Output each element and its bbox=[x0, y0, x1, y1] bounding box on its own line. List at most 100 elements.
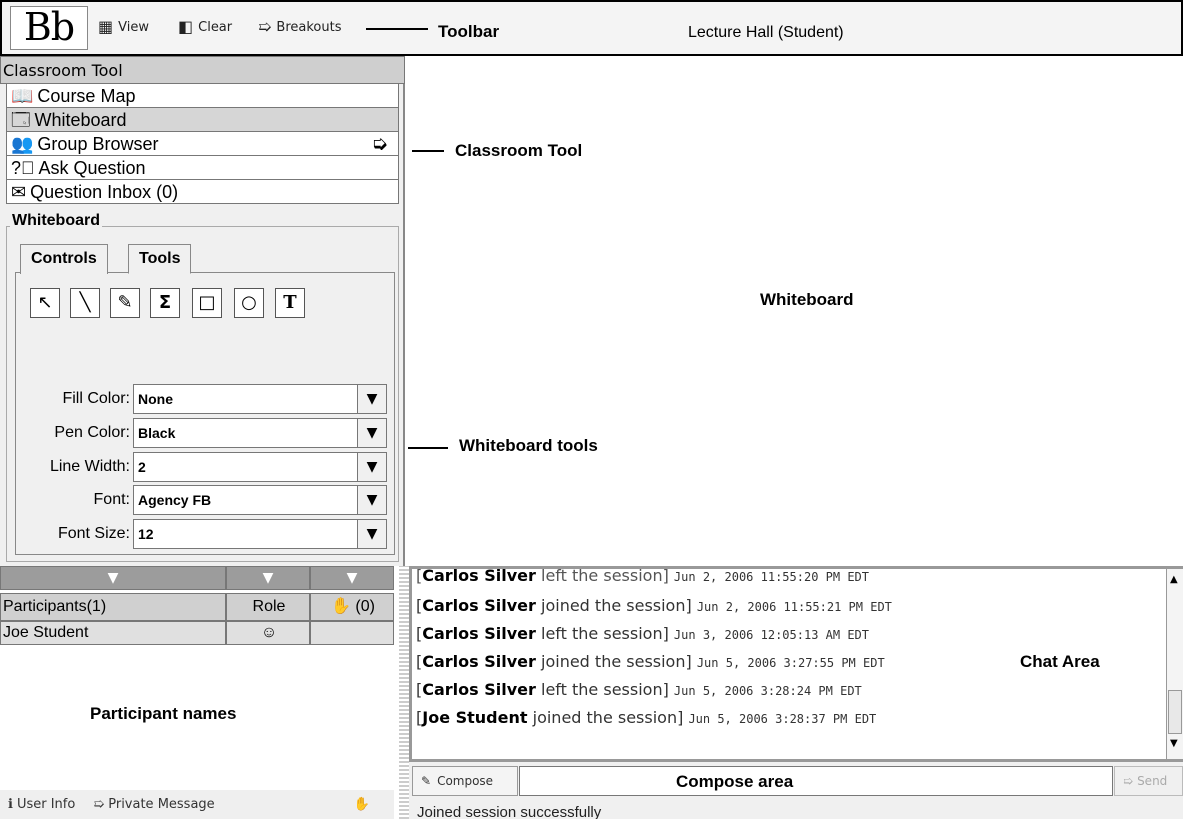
hand-column-header[interactable]: ✋ (0) bbox=[310, 593, 394, 621]
chat-sender: Carlos Silver bbox=[422, 624, 536, 643]
role-column-header[interactable]: Role bbox=[226, 593, 310, 621]
chat-action: left the session] bbox=[535, 624, 669, 643]
user-info-button[interactable]: User Info bbox=[17, 797, 75, 812]
book-icon: 📖 bbox=[11, 85, 34, 106]
chat-message: [Carlos Silver left the session] Jun 3, … bbox=[416, 624, 869, 643]
pen-color-select[interactable]: Black bbox=[133, 418, 387, 448]
raise-hand-icon[interactable]: ✋ bbox=[354, 797, 370, 812]
scroll-up-icon[interactable]: ▲ bbox=[1170, 574, 1178, 585]
chat-sender: Carlos Silver bbox=[422, 596, 536, 615]
clear-icon: ◧ bbox=[178, 17, 194, 36]
scroll-thumb[interactable] bbox=[1168, 690, 1182, 734]
ellipse-tool-icon[interactable]: ○ bbox=[234, 288, 264, 318]
chat-sender: Carlos Silver bbox=[422, 566, 536, 585]
tab-controls[interactable]: Controls bbox=[20, 244, 108, 274]
chevron-down-icon[interactable]: ▼ bbox=[310, 566, 394, 590]
font-select[interactable]: Agency FB bbox=[133, 485, 387, 515]
pen-color-label: Pen Color: bbox=[54, 424, 130, 441]
classroom-tool-header: Classroom Tool bbox=[0, 56, 405, 84]
scroll-down-icon[interactable]: ▼ bbox=[1170, 738, 1178, 749]
participant-names-annotation: Participant names bbox=[90, 704, 237, 723]
chat-action: joined the session] bbox=[535, 596, 692, 615]
chat-action: joined the session] bbox=[535, 652, 692, 671]
view-button[interactable]: ▦ View bbox=[98, 16, 149, 38]
whiteboard-group-title: Whiteboard bbox=[10, 212, 102, 230]
tab-tools[interactable]: Tools bbox=[128, 244, 192, 274]
chat-action: left the session] bbox=[535, 566, 669, 585]
classroom-item-label: Whiteboard bbox=[34, 109, 127, 130]
chevron-down-icon[interactable]: ▼ bbox=[357, 519, 387, 549]
clear-button[interactable]: ◧ Clear bbox=[178, 16, 232, 38]
chat-message: [Carlos Silver joined the session] Jun 2… bbox=[416, 596, 892, 615]
chat-sender: Carlos Silver bbox=[422, 652, 536, 671]
breakouts-button[interactable]: ➯ Breakouts bbox=[258, 16, 341, 38]
toolbar-leader-line bbox=[366, 28, 428, 30]
private-message-button[interactable]: Private Message bbox=[108, 797, 214, 812]
view-icon: ▦ bbox=[98, 17, 114, 36]
classroom-item-label: Course Map bbox=[37, 85, 136, 106]
virtual-classroom-window: Bb ▦ View ◧ Clear ➯ Breakouts Toolbar Le… bbox=[0, 0, 1183, 819]
pencil-icon: ✎ bbox=[421, 774, 432, 788]
classroom-item-ask-question[interactable]: ?⃝ Ask Question bbox=[6, 156, 399, 180]
clear-label: Clear bbox=[198, 19, 233, 35]
chat-message: [Carlos Silver joined the session] Jun 5… bbox=[416, 652, 885, 671]
chat-area-annotation: Chat Area bbox=[1020, 652, 1100, 671]
font-size-label: Font Size: bbox=[57, 525, 130, 542]
classroom-item-course-map[interactable]: 📖 Course Map bbox=[6, 84, 399, 108]
chat-timestamp: Jun 5, 2006 3:27:55 PM EDT bbox=[696, 656, 885, 670]
info-icon: ℹ bbox=[8, 797, 13, 812]
blackboard-logo: Bb bbox=[10, 6, 88, 50]
splitter-handle[interactable] bbox=[399, 566, 409, 819]
classroom-item-label: Question Inbox (0) bbox=[30, 181, 179, 202]
fill-color-select[interactable]: None bbox=[133, 384, 387, 414]
send-button[interactable]: ➯ Send bbox=[1114, 766, 1183, 796]
question-icon: ?⃝ bbox=[11, 157, 35, 178]
compose-label: Compose bbox=[437, 774, 494, 788]
classroom-item-group-browser[interactable]: 👥 Group Browser ➭ bbox=[6, 132, 399, 156]
participant-role-icon: ☺ bbox=[226, 621, 310, 645]
select-tool-icon[interactable]: ↖ bbox=[30, 288, 60, 318]
text-tool-icon[interactable]: T bbox=[275, 288, 305, 318]
view-label: View bbox=[118, 19, 149, 35]
classroom-item-question-inbox[interactable]: ✉ Question Inbox (0) bbox=[6, 180, 399, 204]
chat-message: [Carlos Silver left the session] Jun 5, … bbox=[416, 680, 862, 699]
line-width-select[interactable]: 2 bbox=[133, 452, 387, 482]
status-bar: Joined session successfully bbox=[409, 798, 1183, 819]
chevron-down-icon[interactable]: ▼ bbox=[357, 485, 387, 515]
chat-sender: Carlos Silver bbox=[422, 680, 536, 699]
classroom-tool-leader-line bbox=[412, 150, 444, 152]
chat-timestamp: Jun 5, 2006 3:28:37 PM EDT bbox=[688, 712, 877, 726]
toolbar-annotation: Toolbar bbox=[438, 22, 500, 41]
hand-icon: ✋ bbox=[331, 598, 351, 615]
send-label: Send bbox=[1137, 774, 1168, 788]
pen-tool-icon[interactable]: ✎ bbox=[110, 288, 140, 318]
participant-hand-cell bbox=[310, 621, 394, 645]
equation-tool-icon[interactable]: Σ bbox=[150, 288, 180, 318]
compose-input[interactable] bbox=[519, 766, 1113, 796]
chevron-down-icon[interactable]: ▼ bbox=[226, 566, 310, 590]
compose-button[interactable]: ✎ Compose bbox=[412, 766, 518, 796]
chevron-down-icon[interactable]: ▼ bbox=[357, 452, 387, 482]
chevron-down-icon[interactable]: ▼ bbox=[357, 418, 387, 448]
rectangle-tool-icon[interactable]: □ bbox=[192, 288, 222, 318]
classroom-item-label: Ask Question bbox=[38, 157, 146, 178]
chat-timestamp: Jun 2, 2006 11:55:20 PM EDT bbox=[673, 570, 869, 584]
line-width-label: Line Width: bbox=[49, 458, 130, 475]
line-tool-icon[interactable]: ╲ bbox=[70, 288, 100, 318]
chat-action: joined the session] bbox=[527, 708, 684, 727]
classroom-item-whiteboard[interactable]: 🗔 Whiteboard bbox=[6, 108, 399, 132]
window-title: Lecture Hall (Student) bbox=[688, 24, 844, 41]
chevron-down-icon[interactable]: ▼ bbox=[0, 566, 226, 590]
chat-sender: Joe Student bbox=[422, 708, 528, 727]
participants-column-header[interactable]: Participants(1) bbox=[0, 593, 226, 621]
chevron-down-icon[interactable]: ▼ bbox=[357, 384, 387, 414]
arrow-right-icon: ➯ bbox=[1123, 774, 1134, 788]
chat-timestamp: Jun 3, 2006 12:05:13 AM EDT bbox=[673, 628, 869, 642]
whiteboard-annotation: Whiteboard bbox=[760, 290, 854, 309]
whiteboard-tools-annotation: Whiteboard tools bbox=[459, 436, 598, 455]
font-size-select[interactable]: 12 bbox=[133, 519, 387, 549]
classroom-item-label: Group Browser bbox=[37, 133, 159, 154]
font-label: Font: bbox=[93, 491, 130, 508]
participant-row-name[interactable]: Joe Student bbox=[0, 621, 226, 645]
chat-timestamp: Jun 5, 2006 3:28:24 PM EDT bbox=[673, 684, 862, 698]
